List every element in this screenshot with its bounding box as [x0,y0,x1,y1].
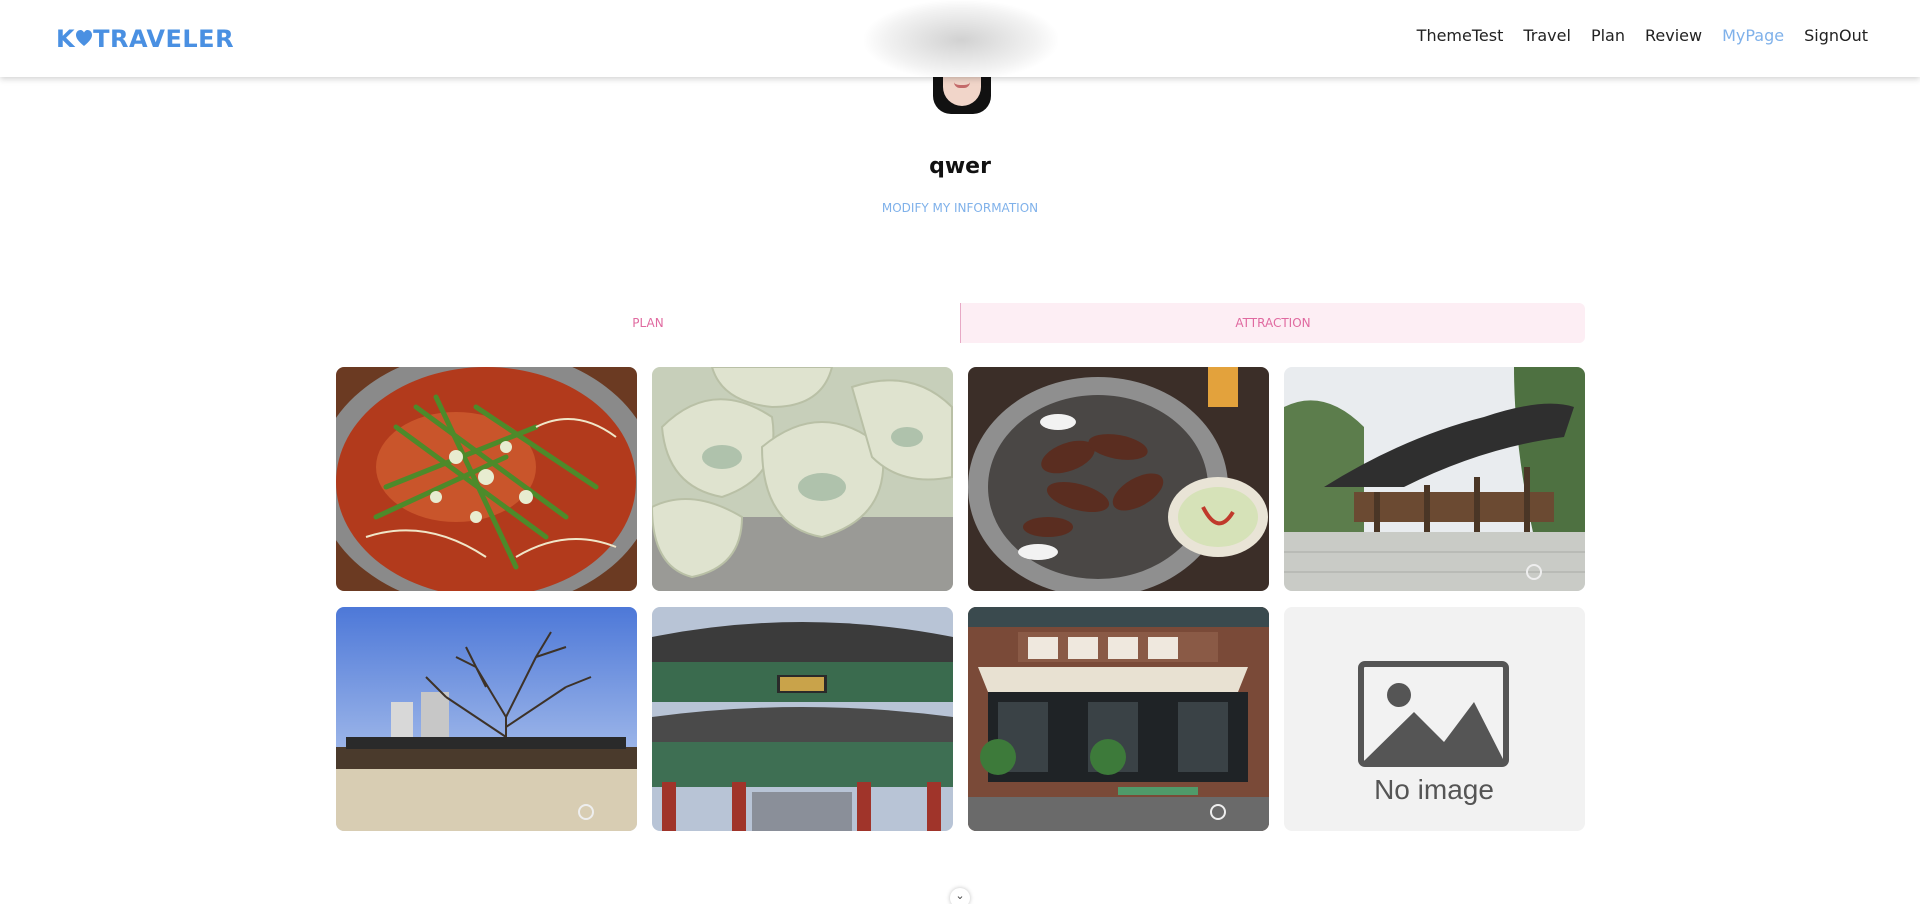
attraction-card[interactable] [652,367,953,591]
traditional-pavilion-photo [1284,367,1585,591]
grilled-meat-photo [968,367,1269,591]
nav-themetest[interactable]: ThemeTest [1417,26,1504,45]
main-nav: ThemeTest Travel Plan Review MyPage Sign… [1417,26,1868,45]
attraction-card[interactable] [652,607,953,831]
attraction-card[interactable]: No image [1284,607,1585,831]
attraction-card[interactable] [336,367,637,591]
heart-icon [76,30,93,46]
no-image-label: No image [1374,774,1494,805]
top-navbar: K TRAVELER ThemeTest Travel Plan Review … [0,0,1920,77]
attraction-card[interactable] [968,367,1269,591]
attraction-card[interactable] [968,607,1269,831]
steamed-dumplings-photo [652,367,953,591]
nav-signout[interactable]: SignOut [1804,26,1868,45]
chevron-down-icon: ⌄ [955,889,965,902]
nav-travel[interactable]: Travel [1523,26,1571,45]
scroll-down-button[interactable]: ⌄ [950,888,970,904]
tab-plan[interactable]: PLAN [336,303,960,343]
attraction-grid: No image [336,367,1586,831]
attraction-card[interactable] [1284,367,1585,591]
no-image-placeholder: No image [1284,607,1585,831]
tab-attraction[interactable]: ATTRACTION [960,303,1585,343]
spicy-noodle-soup-photo [336,367,637,591]
nav-plan[interactable]: Plan [1591,26,1625,45]
nav-mypage[interactable]: MyPage [1722,26,1784,45]
nav-review[interactable]: Review [1645,26,1702,45]
brand-logo[interactable]: K TRAVELER [56,24,234,54]
profile-username: qwer [929,154,991,179]
logo-prefix: K [56,25,76,53]
modify-information-link[interactable]: MODIFY MY INFORMATION [0,201,1920,215]
attraction-card[interactable] [336,607,637,831]
logo-text: TRAVELER [93,25,235,53]
mypage-tabs: PLAN ATTRACTION [336,303,1585,343]
bare-tree-courtyard-photo [336,607,637,831]
restaurant-storefront-photo [968,607,1269,831]
palace-gate-photo [652,607,953,831]
